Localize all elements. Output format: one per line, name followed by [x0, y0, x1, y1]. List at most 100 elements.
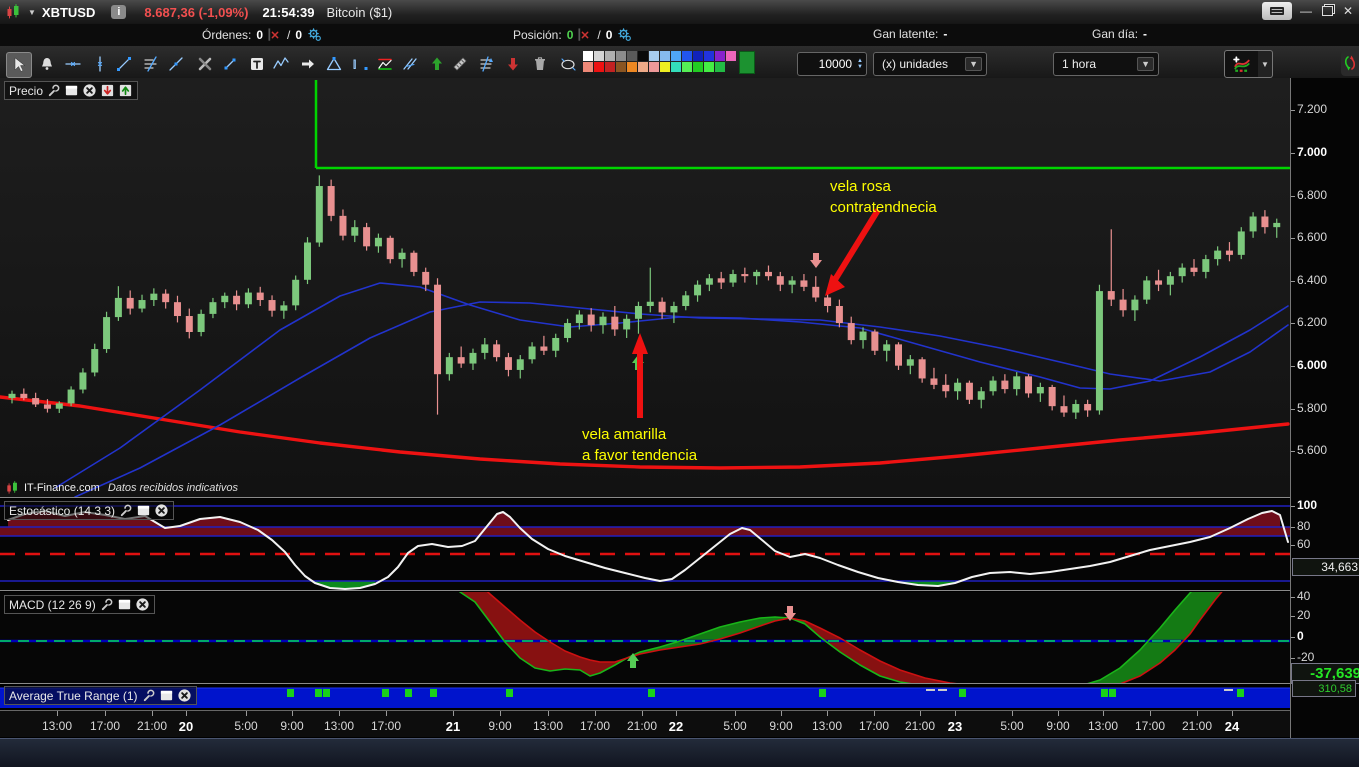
quantity-input[interactable]: [798, 56, 855, 72]
orders-settings-icon[interactable]: [307, 27, 322, 42]
color-swatch[interactable]: [649, 51, 659, 61]
color-swatch[interactable]: [583, 51, 593, 61]
wrench-icon[interactable]: [99, 597, 114, 612]
color-swatch[interactable]: [616, 51, 626, 61]
color-swatch[interactable]: [627, 51, 637, 61]
close-icon[interactable]: [135, 597, 150, 612]
annotation-vela-rosa[interactable]: vela rosa contratendnecia: [830, 176, 937, 218]
panel-divider[interactable]: [0, 590, 1290, 591]
ruler-tool[interactable]: [448, 52, 472, 76]
time-tick-label: 13:00: [41, 719, 73, 733]
color-swatch[interactable]: [649, 62, 659, 72]
color-swatch[interactable]: [638, 51, 648, 61]
arrow-down-tool[interactable]: [501, 52, 525, 76]
keyboard-button[interactable]: [1262, 2, 1292, 20]
color-swatch[interactable]: [671, 51, 681, 61]
flip-chart-icon[interactable]: [1341, 50, 1359, 76]
drawing-tools[interactable]: [193, 52, 217, 76]
time-tick-label: 17:00: [89, 719, 121, 733]
info-icon[interactable]: i: [111, 5, 127, 19]
chart-style-caret[interactable]: ▼: [1258, 50, 1273, 78]
color-swatch[interactable]: [594, 62, 604, 72]
macd-chart[interactable]: [0, 592, 1290, 683]
color-swatch[interactable]: [605, 62, 615, 72]
trash-tool[interactable]: [528, 52, 552, 76]
color-swatch[interactable]: [616, 62, 626, 72]
color-swatch[interactable]: [660, 51, 670, 61]
color-swatch[interactable]: [693, 62, 703, 72]
quantity-stepper[interactable]: ▲ ▼: [857, 58, 863, 70]
parallel-lines-tool[interactable]: [398, 52, 422, 76]
color-swatch[interactable]: [660, 62, 670, 72]
color-swatch[interactable]: [704, 51, 714, 61]
instrument-dropdown-caret[interactable]: ▼: [28, 8, 36, 17]
vertical-line-tool[interactable]: [88, 52, 112, 76]
cancel-orders-icon[interactable]: [268, 27, 282, 42]
color-swatch[interactable]: [704, 62, 714, 72]
oblique-line-tool[interactable]: [164, 52, 188, 76]
time-tick: [1197, 711, 1198, 716]
alarm-tool[interactable]: [35, 52, 59, 76]
unit-mode-select[interactable]: (x) unidades ▼: [873, 52, 987, 76]
rectangle-tool[interactable]: [348, 52, 372, 76]
color-swatch[interactable]: [682, 62, 692, 72]
window-icon[interactable]: [159, 688, 174, 703]
red-arrow-rosa[interactable]: [830, 208, 881, 285]
minimize-button[interactable]: —: [1299, 4, 1313, 18]
send-down-icon[interactable]: [100, 83, 115, 98]
color-swatch[interactable]: [638, 62, 648, 72]
arrow-right-tool[interactable]: [296, 52, 320, 76]
window-icon[interactable]: [64, 83, 79, 98]
window-icon[interactable]: [136, 503, 151, 518]
close-icon[interactable]: [177, 688, 192, 703]
window-icon[interactable]: [117, 597, 132, 612]
price-axis[interactable]: 34,663 -37,639 310,58 7.200 7.000 6.800 6.6…: [1290, 78, 1359, 738]
color-swatch[interactable]: [693, 51, 703, 61]
stoch-tick-label: 80: [1297, 519, 1311, 533]
color-swatch[interactable]: [594, 51, 604, 61]
channel-tool[interactable]: [373, 52, 397, 76]
horizontal-line-tool[interactable]: [61, 52, 85, 76]
wrench-icon[interactable]: [46, 83, 61, 98]
color-swatch[interactable]: [715, 62, 725, 72]
macd-tick-label: 20: [1297, 608, 1311, 622]
color-swatch[interactable]: [682, 51, 692, 61]
color-swatch[interactable]: [671, 62, 681, 72]
close-button[interactable]: ✕: [1341, 4, 1355, 18]
pointer-tool[interactable]: [6, 52, 32, 78]
triangle-tool[interactable]: [322, 52, 346, 76]
axis-tick: [1291, 280, 1295, 282]
time-tick: [246, 711, 247, 716]
wrench-icon[interactable]: [118, 503, 133, 518]
arrow-up-tool[interactable]: [425, 52, 449, 76]
send-up-icon[interactable]: [118, 83, 133, 98]
position-settings-icon[interactable]: [617, 27, 632, 42]
text-tool[interactable]: [245, 52, 269, 76]
fibonacci-tool[interactable]: [139, 52, 163, 76]
close-icon[interactable]: [82, 83, 97, 98]
close-position-icon[interactable]: [578, 27, 592, 42]
position-total: 0: [605, 27, 613, 42]
restore-button[interactable]: [1320, 3, 1334, 19]
segment-tool[interactable]: [218, 52, 242, 76]
annotated-lines-tool[interactable]: [475, 52, 499, 76]
color-swatch[interactable]: [605, 51, 615, 61]
color-swatch[interactable]: [583, 62, 593, 72]
color-swatch[interactable]: [627, 62, 637, 72]
close-icon[interactable]: [154, 503, 169, 518]
selected-color-swatch[interactable]: [739, 51, 755, 74]
chart-style-button[interactable]: [1224, 50, 1260, 78]
stochastic-chart[interactable]: [0, 499, 1290, 590]
zigzag-tool[interactable]: [269, 52, 293, 76]
trend-line-tool[interactable]: [112, 52, 136, 76]
color-swatch[interactable]: [715, 51, 725, 61]
annotation-vela-amarilla[interactable]: vela amarilla a favor tendencia: [582, 424, 697, 466]
axis-tick: [1291, 408, 1295, 410]
symbol-label[interactable]: XBTUSD: [42, 5, 95, 20]
timeframe-select[interactable]: 1 hora ▼: [1053, 52, 1159, 76]
ellipse-tool[interactable]: [556, 52, 580, 76]
wrench-icon[interactable]: [141, 688, 156, 703]
panel-divider[interactable]: [0, 497, 1290, 498]
color-swatch[interactable]: [726, 51, 736, 61]
time-axis[interactable]: 13:00 17:00 21:00 20 5:00 9:00 13:00 17:00 21 9:0…: [0, 711, 1290, 737]
